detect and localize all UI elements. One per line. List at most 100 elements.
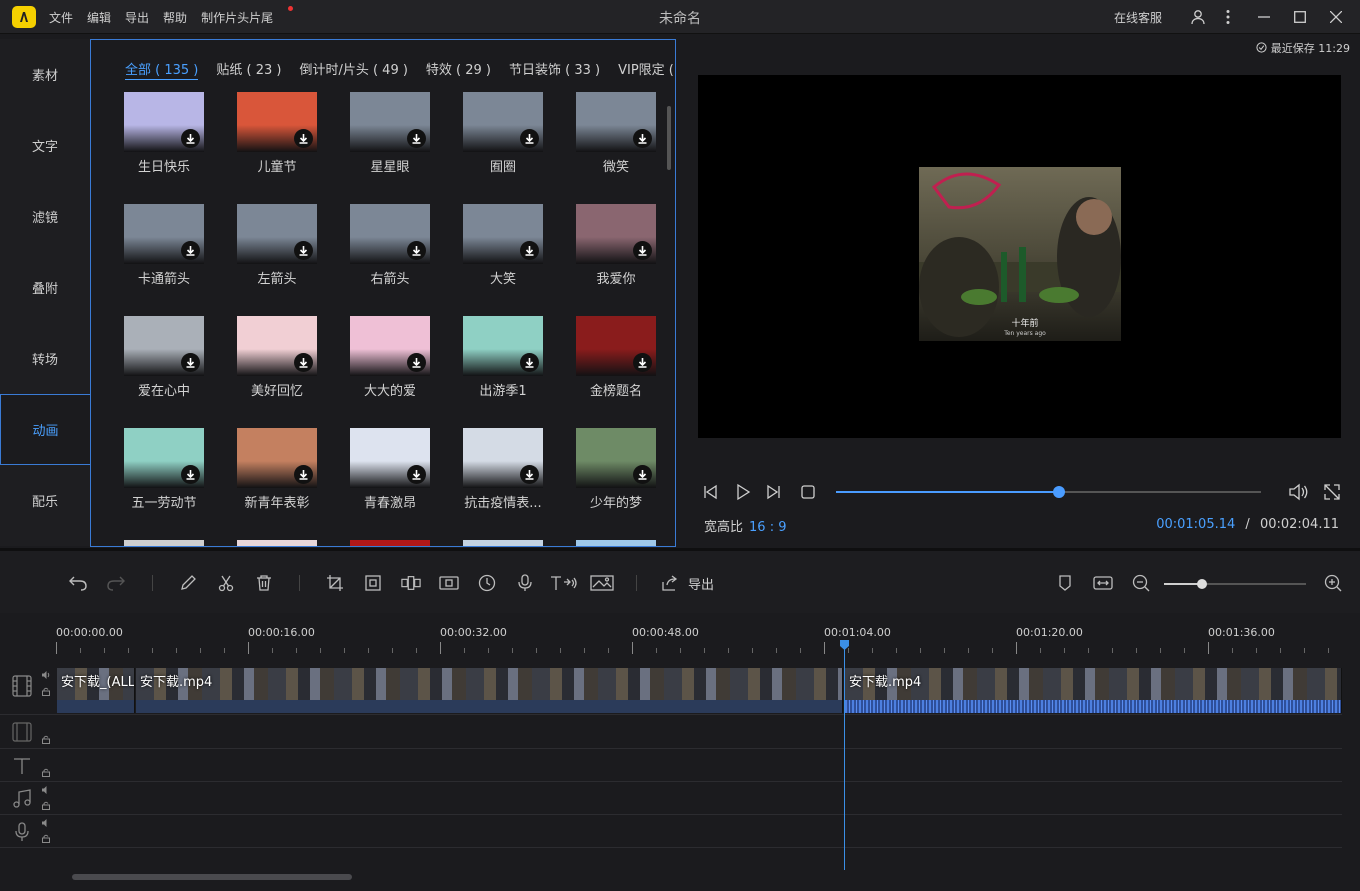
category-animation[interactable]: 动画 xyxy=(0,394,90,465)
menu-export[interactable]: 导出 xyxy=(125,9,149,26)
video-clip[interactable]: 安下载.mp4 xyxy=(136,668,843,713)
mosaic-icon[interactable] xyxy=(401,573,421,593)
library-item[interactable]: 爱在心中 xyxy=(124,316,204,399)
download-icon[interactable] xyxy=(407,241,426,260)
text-to-speech-icon[interactable] xyxy=(550,573,578,593)
category-music[interactable]: 配乐 xyxy=(0,465,90,536)
download-icon[interactable] xyxy=(633,241,652,260)
library-item-thumbnail[interactable] xyxy=(124,92,204,152)
maximize-icon[interactable] xyxy=(1292,9,1308,25)
zoom-in-icon[interactable] xyxy=(1323,573,1343,593)
library-item[interactable]: 囿圈 xyxy=(463,92,543,175)
library-item[interactable] xyxy=(350,540,430,546)
download-icon[interactable] xyxy=(633,353,652,372)
library-item-thumbnail[interactable] xyxy=(576,316,656,376)
track-lock-icon[interactable] xyxy=(42,768,50,780)
play-icon[interactable] xyxy=(734,483,752,505)
download-icon[interactable] xyxy=(520,465,539,484)
minimize-icon[interactable] xyxy=(1256,9,1272,25)
library-item[interactable]: 大笑 xyxy=(463,204,543,287)
library-item[interactable]: 青春激昂 xyxy=(350,428,430,511)
library-item-thumbnail[interactable] xyxy=(350,92,430,152)
online-service-link[interactable]: 在线客服 xyxy=(1114,9,1162,26)
download-icon[interactable] xyxy=(520,241,539,260)
library-item[interactable]: 五一劳动节 xyxy=(124,428,204,511)
menu-help[interactable]: 帮助 xyxy=(163,9,187,26)
menu-intro-outro[interactable]: 制作片头片尾 xyxy=(201,5,294,26)
next-frame-icon[interactable] xyxy=(764,484,782,504)
library-item-thumbnail[interactable] xyxy=(463,316,543,376)
playback-progress-handle[interactable] xyxy=(1053,486,1066,498)
tab-countdown[interactable]: 倒计时/片头 ( 49 ) xyxy=(299,59,407,80)
download-icon[interactable] xyxy=(407,465,426,484)
library-item-thumbnail[interactable] xyxy=(350,316,430,376)
delete-icon[interactable] xyxy=(254,573,274,593)
close-icon[interactable] xyxy=(1328,9,1344,25)
menu-edit[interactable]: 编辑 xyxy=(87,9,111,26)
picture-in-picture-icon[interactable] xyxy=(590,573,614,593)
library-item-thumbnail[interactable] xyxy=(124,316,204,376)
timeline-horizontal-scrollbar[interactable] xyxy=(72,874,352,880)
prev-frame-icon[interactable] xyxy=(702,484,720,504)
library-item-thumbnail[interactable] xyxy=(350,204,430,264)
volume-icon[interactable] xyxy=(1288,483,1310,505)
library-item-thumbnail[interactable] xyxy=(124,204,204,264)
library-item[interactable]: 少年的梦 xyxy=(576,428,656,511)
playhead-line[interactable] xyxy=(844,640,845,870)
menu-file[interactable]: 文件 xyxy=(49,9,73,26)
category-text[interactable]: 文字 xyxy=(0,110,90,181)
library-item[interactable] xyxy=(124,540,204,546)
category-overlay[interactable]: 叠附 xyxy=(0,252,90,323)
library-item-thumbnail[interactable] xyxy=(237,316,317,376)
library-item[interactable]: 微笑 xyxy=(576,92,656,175)
aspect-value[interactable]: 16 : 9 xyxy=(749,520,786,535)
library-scrollbar[interactable] xyxy=(667,106,671,170)
track-mute-icon[interactable] xyxy=(42,786,51,797)
library-item[interactable] xyxy=(237,540,317,546)
download-icon[interactable] xyxy=(520,129,539,148)
library-item[interactable]: 生日快乐 xyxy=(124,92,204,175)
library-item[interactable]: 右箭头 xyxy=(350,204,430,287)
download-icon[interactable] xyxy=(633,129,652,148)
library-item[interactable] xyxy=(576,540,656,546)
library-item-thumbnail[interactable] xyxy=(576,92,656,152)
library-item[interactable]: 左箭头 xyxy=(237,204,317,287)
timeline-zoom-handle[interactable] xyxy=(1197,579,1208,589)
download-icon[interactable] xyxy=(181,129,200,148)
track-lock-icon[interactable] xyxy=(42,801,50,813)
tab-all[interactable]: 全部 ( 135 ) xyxy=(125,59,199,80)
export-button[interactable]: 导出 xyxy=(688,574,714,593)
category-filter[interactable]: 滤镜 xyxy=(0,181,90,252)
download-icon[interactable] xyxy=(407,353,426,372)
download-icon[interactable] xyxy=(181,353,200,372)
tab-effects[interactable]: 特效 ( 29 ) xyxy=(426,59,491,80)
library-item[interactable]: 新青年表彰 xyxy=(237,428,317,511)
split-scissors-icon[interactable] xyxy=(216,573,236,593)
library-item-thumbnail[interactable] xyxy=(576,204,656,264)
user-icon[interactable] xyxy=(1190,9,1206,25)
library-item[interactable]: 金榜题名 xyxy=(576,316,656,399)
redo-icon[interactable] xyxy=(106,573,126,593)
library-item-thumbnail[interactable] xyxy=(576,428,656,488)
library-item[interactable]: 大大的爱 xyxy=(350,316,430,399)
library-item[interactable]: 儿童节 xyxy=(237,92,317,175)
track-lock-icon[interactable] xyxy=(42,687,50,699)
library-item-thumbnail[interactable] xyxy=(350,540,430,546)
library-item-thumbnail[interactable] xyxy=(124,540,204,546)
edit-pencil-icon[interactable] xyxy=(178,573,198,593)
zoom-frame-icon[interactable] xyxy=(363,573,383,593)
track-lock-icon[interactable] xyxy=(42,735,50,747)
library-item-thumbnail[interactable] xyxy=(463,204,543,264)
playback-progress[interactable] xyxy=(836,486,1261,498)
track-lock-icon[interactable] xyxy=(42,834,50,846)
voiceover-mic-icon[interactable] xyxy=(515,573,535,593)
timeline-ruler[interactable]: 00:00:00.00 00:00:16.00 00:00:32.00 00:00:4… xyxy=(56,614,1342,654)
library-item[interactable]: 美好回忆 xyxy=(237,316,317,399)
library-item-thumbnail[interactable] xyxy=(576,540,656,546)
library-item-thumbnail[interactable] xyxy=(237,92,317,152)
track-mute-icon[interactable] xyxy=(42,671,51,682)
zoom-out-icon[interactable] xyxy=(1131,573,1151,593)
marker-icon[interactable] xyxy=(1055,573,1075,593)
stop-icon[interactable] xyxy=(801,485,815,503)
category-material[interactable]: 素材 xyxy=(0,39,90,110)
